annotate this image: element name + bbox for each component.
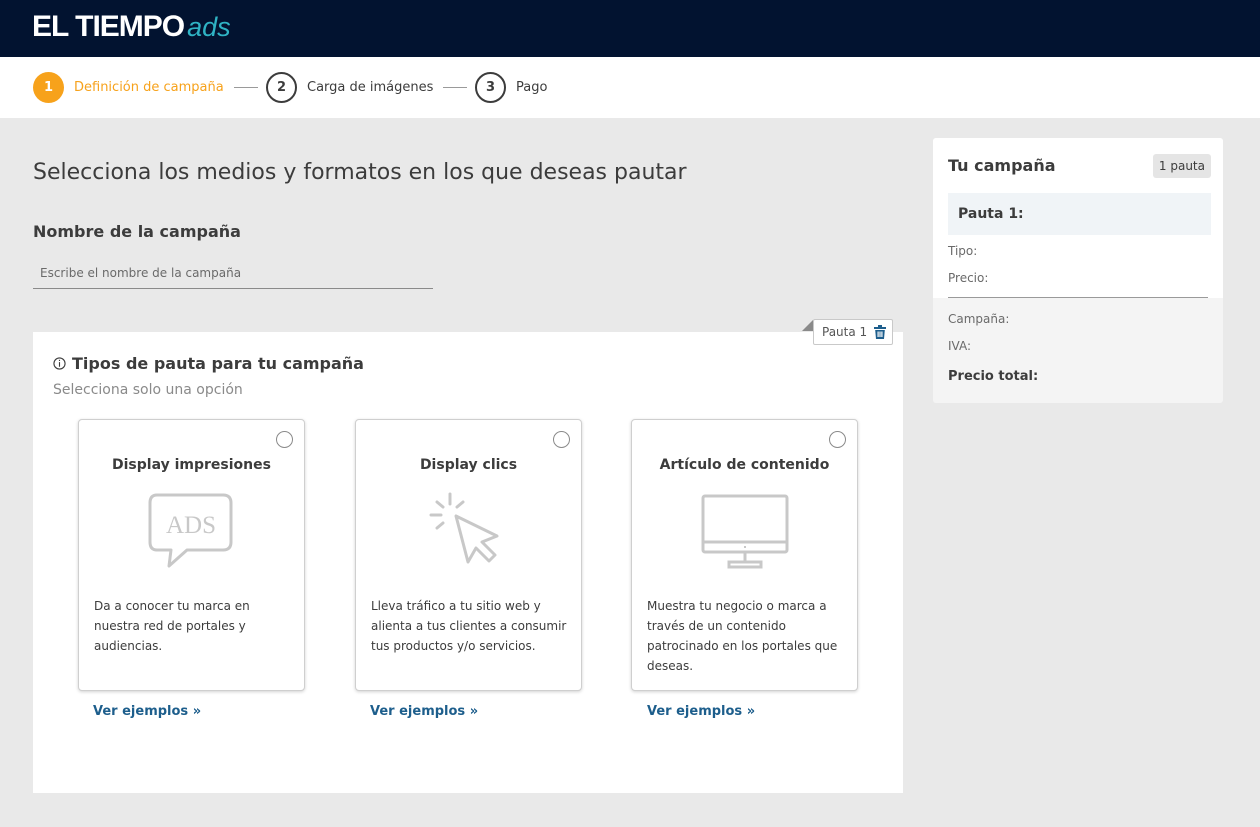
- ver-ejemplos-link[interactable]: Ver ejemplos »: [647, 704, 755, 719]
- card-title: Display clics: [419, 457, 518, 473]
- card-description: Muestra tu negocio o marca a través de u…: [647, 599, 838, 673]
- card-title: Display impresiones: [112, 457, 271, 473]
- step-connector: [443, 87, 467, 88]
- option-radio[interactable]: [553, 431, 570, 448]
- tipo-label: Tipo:: [948, 244, 978, 258]
- option-radio[interactable]: [276, 431, 293, 448]
- step-2-label: Carga de imágenes: [307, 80, 434, 95]
- pauta-option-display-impresiones[interactable]: Display impresiones ADS Da a conocer tu …: [78, 419, 305, 691]
- summary-title: Tu campaña: [948, 156, 1056, 175]
- tag-corner-decoration: [802, 320, 813, 331]
- card-description: Lleva tráfico a tu sitio web y alienta a…: [371, 599, 567, 653]
- step-2-number: 2: [266, 72, 297, 103]
- ver-ejemplos-link[interactable]: Ver ejemplos »: [370, 704, 478, 719]
- campana-label: Campaña:: [948, 312, 1010, 326]
- ads-speech-bubble-icon: ADS: [148, 493, 232, 568]
- option-radio[interactable]: [829, 431, 846, 448]
- brand-logo[interactable]: EL TIEMPO ads: [32, 10, 231, 44]
- card-title: Artículo de contenido: [659, 457, 830, 473]
- step-connector: [234, 87, 258, 88]
- step-3-number: 3: [475, 72, 506, 103]
- pauta-tag-label: Pauta 1: [822, 325, 868, 339]
- pauta-count-badge: 1 pauta: [1152, 154, 1211, 178]
- pauta-option-articulo-contenido[interactable]: Artículo de contenido Muestra tu negocio…: [631, 419, 858, 691]
- campaign-summary: Tu campaña 1 pauta Pauta 1: Tipo: Precio…: [933, 138, 1223, 403]
- pauta-item-header[interactable]: Pauta 1:: [948, 193, 1211, 235]
- pauta-types-title: Tipos de pauta para tu campaña: [53, 354, 364, 373]
- precio-label: Precio:: [948, 271, 989, 285]
- precio-total-label: Precio total:: [948, 369, 1039, 384]
- step-definicion[interactable]: 1 Definición de campaña: [33, 72, 224, 103]
- step-pago[interactable]: 3 Pago: [475, 72, 547, 103]
- pauta-tag[interactable]: Pauta 1: [813, 319, 893, 345]
- summary-divider: [948, 297, 1208, 298]
- step-1-label: Definición de campaña: [74, 80, 224, 95]
- pauta-types-title-text: Tipos de pauta para tu campaña: [72, 354, 364, 373]
- ver-ejemplos-link[interactable]: Ver ejemplos »: [93, 704, 201, 719]
- pauta-types-panel: Tipos de pauta para tu campaña Seleccion…: [33, 332, 903, 793]
- campaign-name-label: Nombre de la campaña: [33, 222, 241, 241]
- step-1-number: 1: [33, 72, 64, 103]
- cursor-click-icon: [429, 492, 498, 564]
- info-icon[interactable]: [53, 357, 66, 370]
- svg-text:ADS: ADS: [165, 512, 215, 539]
- step-3-label: Pago: [516, 80, 548, 95]
- step-carga-imagenes[interactable]: 2 Carga de imágenes: [266, 72, 433, 103]
- logo-ads-text: ads: [187, 12, 231, 42]
- iva-label: IVA:: [948, 339, 972, 353]
- monitor-icon: [701, 494, 788, 569]
- trash-icon[interactable]: [874, 325, 887, 339]
- pauta-option-display-clics[interactable]: Display clics Lleva tráfico a tu sitio w…: [355, 419, 582, 691]
- page-title: Selecciona los medios y formatos en los …: [33, 160, 687, 185]
- pauta-types-subtitle: Selecciona solo una opción: [53, 382, 243, 398]
- top-header: EL TIEMPO ads: [0, 0, 1260, 57]
- progress-stepper: 1 Definición de campaña 2 Carga de imáge…: [0, 57, 1260, 118]
- logo-main-text: EL TIEMPO: [32, 10, 185, 43]
- campaign-name-input[interactable]: [33, 258, 433, 289]
- card-description: Da a conocer tu marca en nuestra red de …: [94, 599, 250, 653]
